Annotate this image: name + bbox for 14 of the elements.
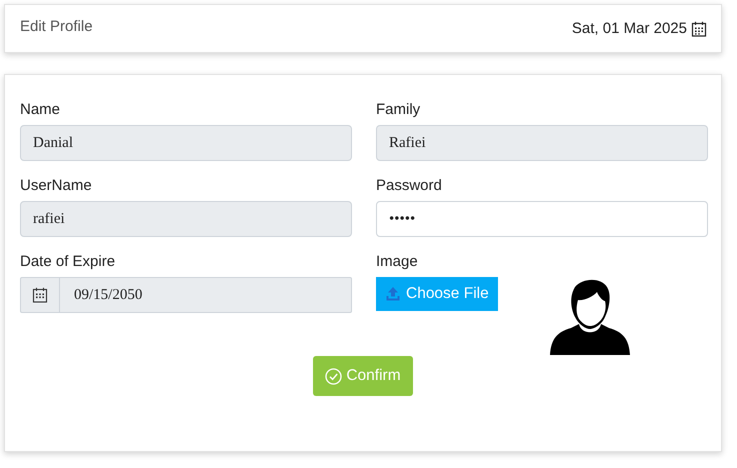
field-label: Password xyxy=(376,177,443,195)
current-date: Sat, 01 Mar 2025 xyxy=(572,20,687,37)
check-circle-icon xyxy=(325,368,342,384)
page-title: Edit Profile xyxy=(20,18,93,35)
calendar-icon xyxy=(691,20,707,36)
field-label: UserName xyxy=(20,177,93,195)
field-label: Name xyxy=(20,101,62,119)
calendar-icon xyxy=(32,287,48,303)
upload-icon xyxy=(385,286,401,302)
field-label: Date of Expire xyxy=(20,253,116,271)
field-label: Family xyxy=(376,101,422,119)
field-label: Image xyxy=(376,253,419,271)
calendar-button[interactable] xyxy=(20,277,60,313)
input-field[interactable]: ••••• xyxy=(376,201,708,237)
